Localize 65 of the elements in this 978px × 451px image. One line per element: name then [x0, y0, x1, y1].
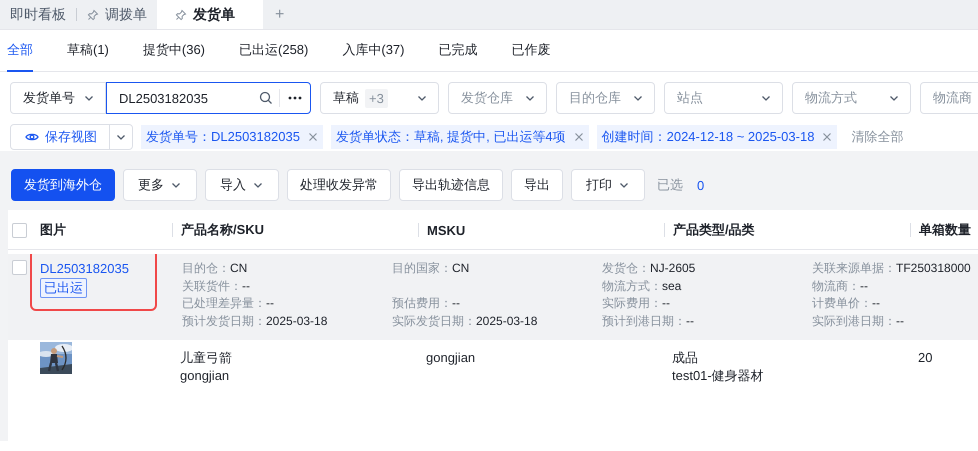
- status-tab[interactable]: 入库中(37): [342, 30, 404, 72]
- close-icon[interactable]: [308, 132, 318, 142]
- window-tab[interactable]: 即时看板: [0, 0, 76, 29]
- detail-field: 预估费用：--: [392, 295, 460, 312]
- selected-count: 0: [697, 178, 704, 192]
- status-tab[interactable]: 全部: [7, 30, 33, 72]
- toolbar-button[interactable]: 导出轨迹信息: [399, 169, 503, 201]
- category-text: test01-健身器材: [672, 367, 764, 385]
- detail-field: 实际到港日期：--: [812, 312, 904, 330]
- column-header: 图片: [40, 221, 66, 239]
- column-header: 产品名称/SKU: [181, 221, 264, 239]
- product-type: 成品: [672, 349, 698, 367]
- detail-field: 关联来源单据：TF250318000: [812, 260, 971, 278]
- column-header: 产品类型/品类: [673, 221, 755, 239]
- select-all-checkbox[interactable]: [12, 222, 27, 238]
- close-icon[interactable]: [822, 132, 832, 142]
- row-checkbox[interactable]: [12, 260, 27, 275]
- detail-field: 发货仓：NJ-2605: [602, 260, 696, 278]
- more-count-tag: +3: [365, 88, 388, 108]
- status-badge: 已出运: [40, 278, 87, 298]
- search-icon[interactable]: [259, 91, 273, 105]
- search-field[interactable]: DL2503182035: [106, 82, 311, 114]
- detail-field: 计费单价：--: [812, 295, 880, 312]
- status-tab[interactable]: 已出运(258): [239, 30, 308, 72]
- status-tab[interactable]: 已完成: [438, 30, 478, 72]
- toolbar-button[interactable]: 导入: [205, 169, 279, 201]
- detail-field: 预计发货日期：2025-03-18: [182, 312, 328, 330]
- detail-field: 实际发货日期：2025-03-18: [392, 312, 538, 330]
- column-header: 单箱数量: [919, 221, 971, 239]
- box-quantity: 20: [918, 349, 932, 367]
- window-tab[interactable]: 调拨单: [77, 0, 157, 29]
- pin-icon: [175, 8, 187, 20]
- close-icon[interactable]: [574, 132, 584, 142]
- detail-field: 关联货件：--: [182, 278, 250, 295]
- status-tab[interactable]: 提货中(36): [142, 30, 206, 72]
- toolbar-button[interactable]: 更多: [123, 169, 197, 201]
- order-number-link[interactable]: DL2503182035: [40, 261, 129, 276]
- detail-field: 已处理差异量：--: [182, 295, 274, 312]
- detail-field: 目的国家：CN: [392, 260, 470, 278]
- toolbar-button[interactable]: 发货到海外仓: [11, 169, 115, 201]
- toolbar-button[interactable]: 导出: [511, 169, 563, 201]
- status-tab[interactable]: 草稿(1): [67, 30, 109, 72]
- pin-icon: [87, 8, 99, 20]
- selected-value: 草稿: [333, 89, 359, 107]
- field-select[interactable]: 发货单号: [10, 82, 106, 114]
- status-tab[interactable]: 已作废: [512, 30, 550, 72]
- toolbar-button[interactable]: 打印: [571, 169, 645, 201]
- status-select[interactable]: 草稿 +3: [320, 82, 439, 114]
- detail-field: 实际费用：--: [602, 295, 670, 312]
- detail-field: 预计到港日期：--: [602, 312, 694, 330]
- column-header: MSKU: [427, 222, 466, 238]
- toolbar-button[interactable]: 处理收发异常: [287, 169, 391, 201]
- more-icon[interactable]: [288, 96, 302, 100]
- product-name: 儿童弓箭: [180, 349, 232, 367]
- detail-field: 物流商：--: [812, 278, 868, 295]
- eye-icon: [25, 130, 39, 142]
- chip-text: 发货单状态：草稿, 提货中, 已出运等4项: [336, 128, 566, 146]
- msku-text: gongjian: [426, 349, 476, 367]
- window-tab[interactable]: 发货单: [157, 0, 263, 29]
- detail-field: 物流方式：sea: [602, 278, 682, 295]
- chip-text: 发货单号：DL2503182035: [146, 128, 300, 146]
- sku-text: gongjian: [180, 367, 230, 385]
- detail-field: 目的仓：CN: [182, 260, 248, 278]
- selected-label: 已选: [657, 176, 683, 194]
- chip-text: 创建时间：2024-12-18 ~ 2025-03-18: [602, 128, 814, 146]
